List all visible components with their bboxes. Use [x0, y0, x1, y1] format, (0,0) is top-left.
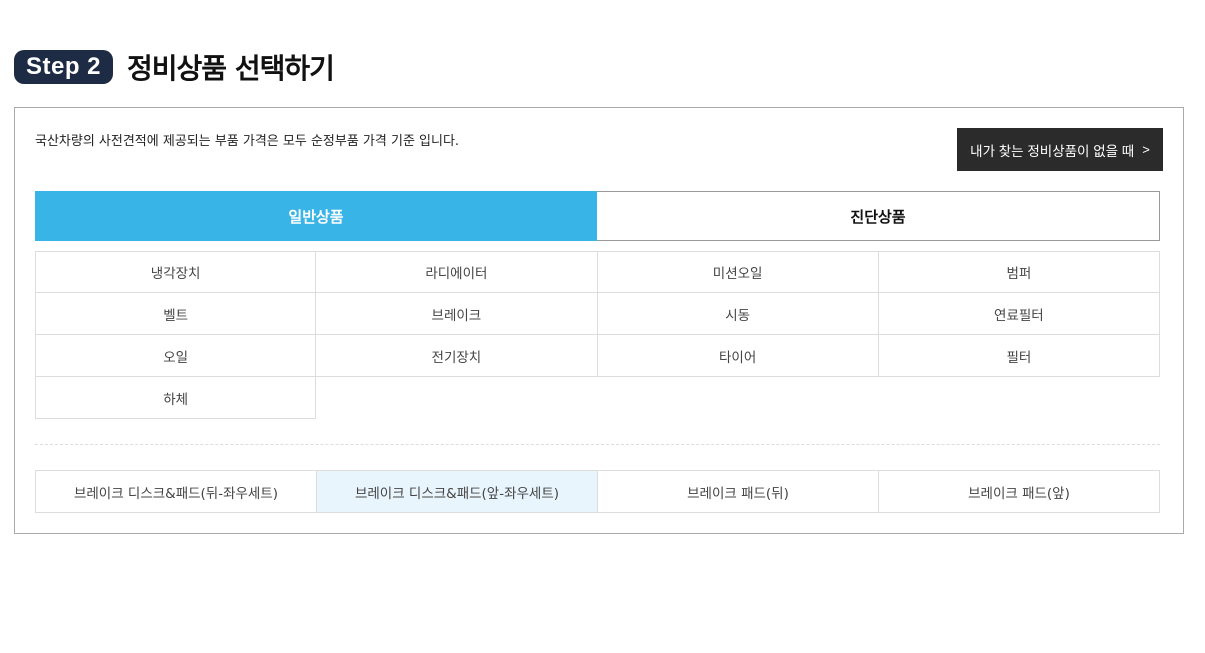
- chevron-right-icon: >: [1142, 142, 1150, 157]
- category-item[interactable]: 미션오일: [597, 251, 879, 293]
- product-item[interactable]: 브레이크 패드(뒤): [598, 471, 879, 512]
- category-item[interactable]: 벨트: [35, 293, 317, 335]
- category-item[interactable]: 브레이크: [316, 293, 598, 335]
- product-type-tabs: 일반상품 진단상품: [35, 191, 1160, 241]
- category-item[interactable]: 필터: [878, 335, 1160, 377]
- product-item[interactable]: 브레이크 디스크&패드(뒤-좌우세트): [36, 471, 317, 512]
- category-row: 하체: [35, 377, 1160, 419]
- category-grid: 냉각장치 라디에이터 미션오일 범퍼 벨트 브레이크 시동 연료필터 오일 전기…: [35, 251, 1160, 419]
- category-row: 벨트 브레이크 시동 연료필터: [35, 293, 1160, 335]
- category-item[interactable]: 오일: [35, 335, 317, 377]
- tab-general-products[interactable]: 일반상품: [35, 191, 597, 241]
- section-divider: [35, 444, 1160, 445]
- missing-product-button[interactable]: 내가 찾는 정비상품이 없을 때 >: [957, 128, 1163, 171]
- category-row: 오일 전기장치 타이어 필터: [35, 335, 1160, 377]
- step-badge: Step 2: [14, 50, 114, 84]
- missing-product-label: 내가 찾는 정비상품이 없을 때: [970, 143, 1135, 159]
- price-notice: 국산차량의 사전견적에 제공되는 부품 가격은 모두 순정부품 가격 기준 입니…: [35, 134, 460, 149]
- category-item[interactable]: 전기장치: [316, 335, 598, 377]
- step-header: Step 2 정비상품 선택하기: [14, 48, 335, 86]
- product-item-selected[interactable]: 브레이크 디스크&패드(앞-좌우세트): [317, 471, 598, 512]
- category-item[interactable]: 범퍼: [878, 251, 1160, 293]
- category-item[interactable]: 냉각장치: [35, 251, 317, 293]
- category-item[interactable]: 시동: [597, 293, 879, 335]
- page-title: 정비상품 선택하기: [127, 52, 335, 85]
- category-item[interactable]: 라디에이터: [316, 251, 598, 293]
- product-selection-panel: 국산차량의 사전견적에 제공되는 부품 가격은 모두 순정부품 가격 기준 입니…: [14, 107, 1184, 534]
- category-item[interactable]: 타이어: [597, 335, 879, 377]
- category-row: 냉각장치 라디에이터 미션오일 범퍼: [35, 251, 1160, 293]
- product-list: 브레이크 디스크&패드(뒤-좌우세트) 브레이크 디스크&패드(앞-좌우세트) …: [35, 470, 1160, 513]
- product-item[interactable]: 브레이크 패드(앞): [879, 471, 1159, 512]
- category-item[interactable]: 하체: [35, 377, 317, 419]
- category-item[interactable]: 연료필터: [878, 293, 1160, 335]
- tab-diagnostic-products[interactable]: 진단상품: [597, 192, 1159, 240]
